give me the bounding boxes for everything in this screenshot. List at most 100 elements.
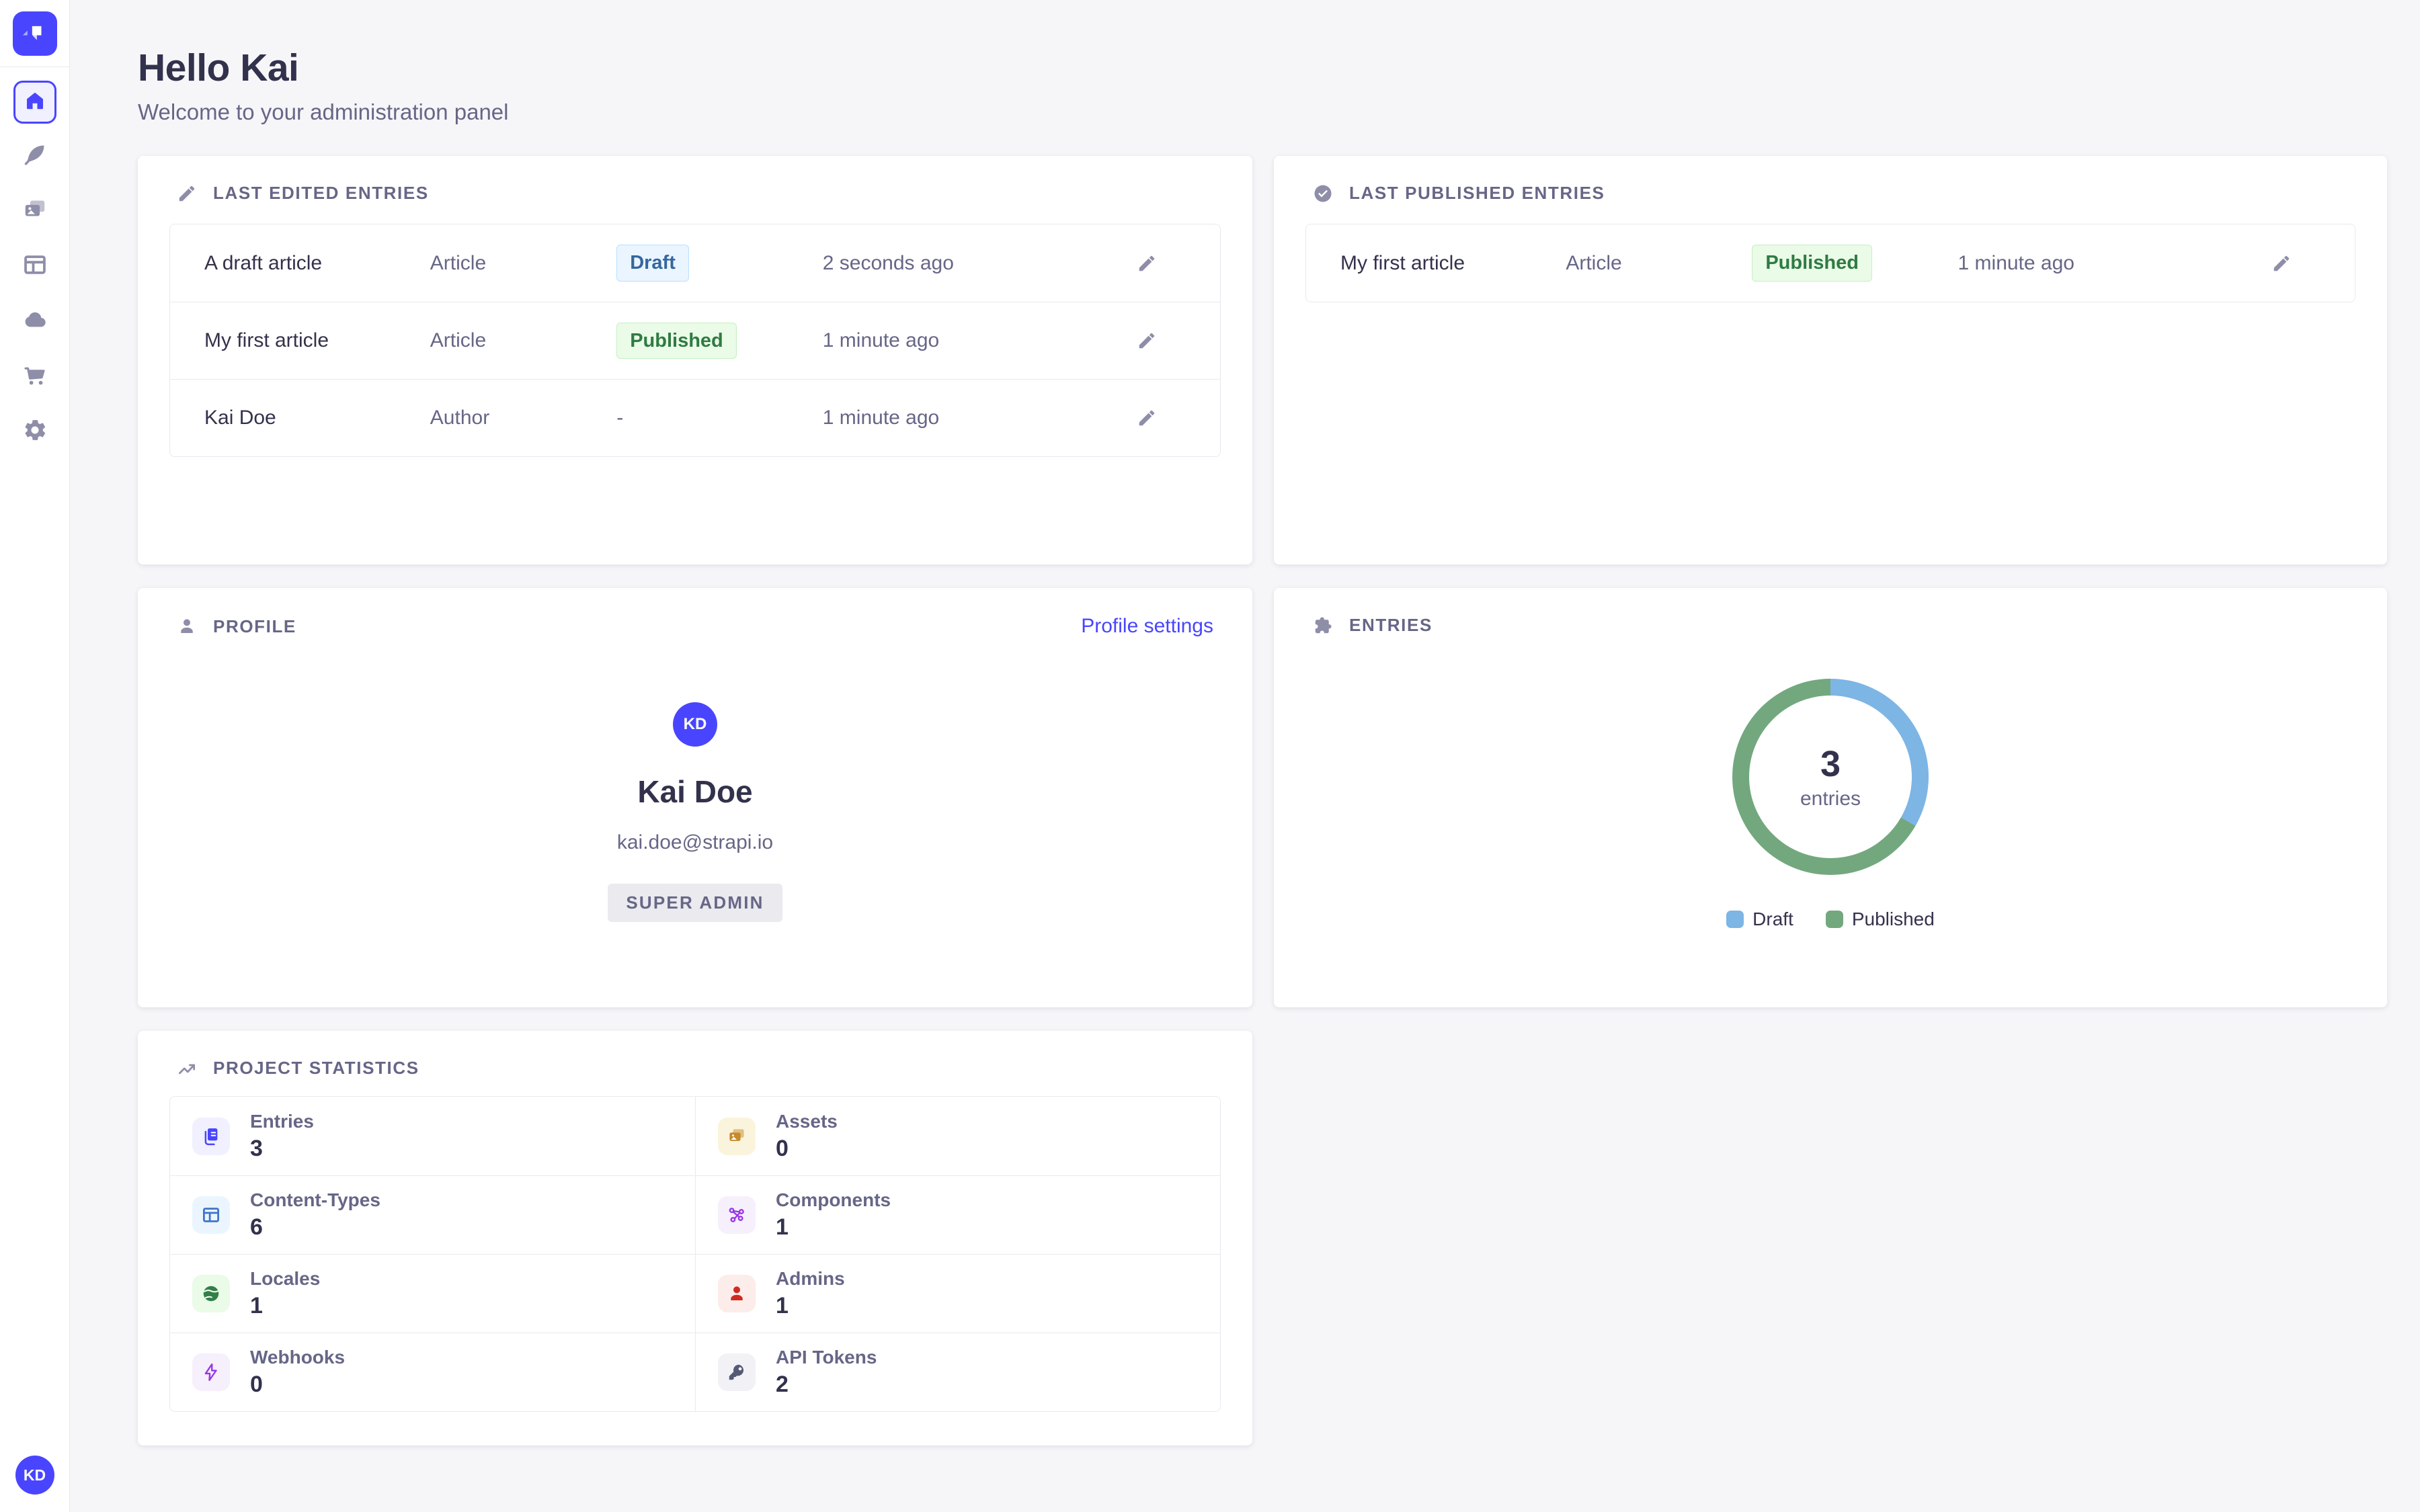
documents-icon [192, 1118, 230, 1155]
entry-name: A draft article [204, 252, 430, 275]
sidebar-item-cloud[interactable] [20, 306, 50, 336]
table-row: Kai Doe Author - 1 minute ago [170, 379, 1220, 456]
card-title-last-published: LAST PUBLISHED ENTRIES [1349, 183, 1605, 204]
entry-time: 2 seconds ago [823, 252, 1107, 275]
entries-card: ENTRIES 3 entries Draft [1274, 588, 2387, 1007]
profile-body: KD Kai Doe kai.doe@strapi.io SUPER ADMIN [138, 702, 1252, 922]
edit-entry-button[interactable] [2267, 249, 2296, 278]
stat-admins: Admins 1 [695, 1254, 1220, 1333]
entries-donut-ring: 3 entries [1732, 679, 1929, 875]
legend-item-published: Published [1826, 909, 1935, 930]
status-badge: Published [616, 323, 737, 360]
stat-assets: Assets 0 [695, 1097, 1220, 1175]
stat-entries: Entries 3 [170, 1097, 695, 1175]
last-published-entries-card: LAST PUBLISHED ENTRIES My first article … [1274, 156, 2387, 564]
entries-total: 3 [1820, 743, 1841, 785]
dashboard-grid: LAST EDITED ENTRIES A draft article Arti… [138, 156, 2387, 1445]
role-badge: SUPER ADMIN [608, 884, 782, 922]
status-empty: - [616, 407, 823, 429]
stat-label: Entries [250, 1111, 314, 1132]
project-statistics-card: PROJECT STATISTICS Entries [138, 1031, 1252, 1445]
stat-value: 1 [250, 1293, 320, 1319]
entry-type: Author [430, 407, 616, 429]
user-icon [177, 616, 197, 636]
edit-entry-button[interactable] [1133, 327, 1161, 355]
key-icon [718, 1353, 756, 1391]
feather-icon [22, 142, 48, 171]
stat-label: Assets [776, 1111, 838, 1132]
strapi-logo-button[interactable] [13, 11, 57, 56]
sidebar-item-settings[interactable] [20, 417, 50, 446]
cloud-icon [22, 306, 48, 337]
logo-section [0, 0, 69, 67]
status-badge: Draft [616, 245, 689, 282]
card-title-profile: PROFILE [213, 616, 296, 637]
layout-icon [192, 1196, 230, 1234]
card-title-project-statistics: PROJECT STATISTICS [213, 1058, 419, 1079]
profile-email: kai.doe@strapi.io [138, 831, 1252, 854]
check-circle-icon [1313, 183, 1333, 204]
sidebar-item-home[interactable] [13, 81, 56, 124]
stat-components: Components 1 [695, 1175, 1220, 1254]
entry-name: My first article [204, 329, 430, 352]
stat-label: Locales [250, 1268, 320, 1290]
published-swatch [1826, 911, 1843, 928]
gear-icon [22, 417, 48, 446]
strapi-logo-icon [22, 19, 48, 49]
stat-label: Components [776, 1189, 891, 1211]
entries-donut-center: 3 entries [1749, 696, 1912, 858]
stat-webhooks: Webhooks 0 [170, 1333, 695, 1411]
stat-value: 0 [776, 1136, 838, 1162]
pencil-icon [177, 183, 197, 204]
stat-value: 2 [776, 1372, 877, 1398]
stat-value: 1 [776, 1293, 845, 1319]
table-row: A draft article Article Draft 2 seconds … [170, 224, 1220, 302]
stat-content-types: Content-Types 6 [170, 1175, 695, 1254]
bolt-icon [192, 1353, 230, 1391]
stat-api-tokens: API Tokens 2 [695, 1333, 1220, 1411]
profile-card: PROFILE Profile settings KD Kai Doe kai.… [138, 588, 1252, 1007]
sidebar-item-content-manager[interactable] [20, 141, 50, 171]
last-edited-entries-card: LAST EDITED ENTRIES A draft article Arti… [138, 156, 1252, 564]
profile-settings-link[interactable]: Profile settings [1081, 615, 1213, 638]
profile-name: Kai Doe [138, 773, 1252, 810]
chart-legend: Draft Published [1726, 909, 1935, 930]
home-icon [24, 90, 46, 115]
legend-label: Draft [1752, 909, 1793, 930]
nodes-icon [718, 1196, 756, 1234]
stat-value: 1 [776, 1214, 891, 1241]
table-row: My first article Article Published 1 min… [1306, 224, 2355, 302]
stat-value: 6 [250, 1214, 380, 1241]
stat-label: API Tokens [776, 1347, 877, 1368]
media-library-icon [22, 197, 48, 226]
stat-value: 3 [250, 1136, 314, 1162]
sidebar-item-media-library[interactable] [20, 196, 50, 226]
puzzle-icon [1313, 616, 1333, 636]
legend-label: Published [1852, 909, 1935, 930]
stat-label: Webhooks [250, 1347, 345, 1368]
entry-name: My first article [1340, 252, 1566, 275]
person-icon [718, 1275, 756, 1312]
edit-entry-button[interactable] [1133, 404, 1161, 432]
cart-icon [22, 362, 48, 391]
entry-type: Article [1566, 252, 1752, 275]
globe-icon [192, 1275, 230, 1312]
sidebar-item-content-type-builder[interactable] [20, 251, 50, 281]
sidebar: KD [0, 0, 70, 1512]
profile-avatar: KD [673, 702, 717, 747]
draft-swatch [1726, 911, 1744, 928]
entry-type: Article [430, 252, 616, 275]
app-root: KD Hello Kai Welcome to your administrat… [0, 0, 2420, 1512]
edit-entry-button[interactable] [1133, 249, 1161, 278]
entry-type: Article [430, 329, 616, 352]
status-badge: Published [1752, 245, 1872, 282]
user-avatar[interactable]: KD [15, 1456, 54, 1495]
card-title-entries: ENTRIES [1349, 615, 1433, 636]
page-title: Hello Kai [138, 46, 2387, 90]
entries-chart: 3 entries Draft Published [1274, 636, 2387, 930]
entry-time: 1 minute ago [823, 329, 1107, 352]
stat-locales: Locales 1 [170, 1254, 695, 1333]
sidebar-item-marketplace[interactable] [20, 362, 50, 391]
last-edited-table: A draft article Article Draft 2 seconds … [169, 224, 1221, 457]
main-content: Hello Kai Welcome to your administration… [70, 0, 2420, 1512]
